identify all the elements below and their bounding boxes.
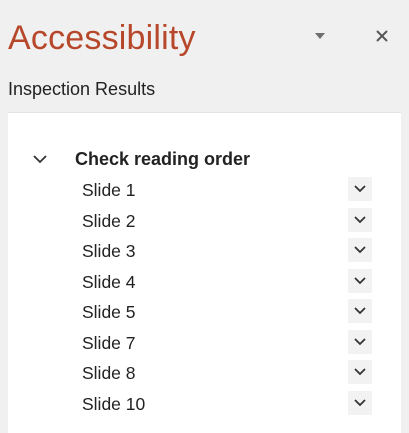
caret-down-icon	[315, 33, 325, 39]
slide-item-label: Slide 2	[82, 210, 136, 231]
slide-expand-button[interactable]	[348, 177, 372, 201]
slide-item[interactable]: Slide 7	[8, 328, 401, 358]
slide-expand-button[interactable]	[348, 390, 372, 415]
chevron-down-icon	[354, 215, 366, 223]
chevron-down-icon	[354, 307, 366, 315]
chevron-down-icon	[354, 185, 366, 193]
chevron-down-icon	[354, 337, 366, 345]
slide-item-label: Slide 5	[82, 302, 136, 322]
chevron-down-icon	[354, 246, 366, 254]
slide-item-label: Slide 3	[82, 241, 136, 261]
slide-item[interactable]: Slide 8	[8, 358, 401, 388]
slide-item-label: Slide 8	[82, 363, 136, 383]
slide-expand-button[interactable]	[348, 299, 372, 323]
pane-header: Accessibility	[0, 0, 409, 76]
close-pane-button[interactable]	[368, 22, 396, 50]
chevron-down-icon[interactable]	[30, 149, 50, 169]
slide-item[interactable]: Slide 5	[8, 297, 401, 327]
slide-expand-button[interactable]	[348, 207, 372, 232]
slide-item-label: Slide 1	[82, 180, 136, 200]
chevron-down-icon	[354, 368, 366, 376]
chevron-down-icon	[354, 398, 366, 406]
inspection-results-panel: Check reading order Slide 1 Slide 2 Slide …	[8, 112, 401, 433]
slide-item[interactable]: Slide 3	[8, 236, 401, 266]
slide-item-label: Slide 10	[82, 393, 146, 414]
slide-item[interactable]: Slide 2	[8, 206, 401, 236]
slide-expand-button[interactable]	[348, 360, 372, 384]
slide-item-label: Slide 4	[82, 271, 136, 292]
inspection-results-label: Inspection Results	[8, 79, 156, 99]
slide-expand-button[interactable]	[348, 329, 372, 354]
group-title: Check reading order	[75, 149, 251, 169]
slide-item[interactable]: Slide 4	[8, 267, 401, 297]
check-reading-order-group[interactable]: Check reading order	[8, 145, 401, 173]
slide-item[interactable]: Slide 1	[8, 175, 401, 205]
slide-item[interactable]: Slide 10	[8, 389, 401, 419]
slide-item-label: Slide 7	[82, 332, 136, 353]
chevron-down-icon	[354, 276, 366, 284]
task-pane-options-icon[interactable]	[306, 22, 334, 50]
pane-title: Accessibility	[8, 19, 196, 57]
slide-expand-button[interactable]	[348, 268, 372, 293]
close-icon	[376, 30, 388, 42]
slide-expand-button[interactable]	[348, 238, 372, 262]
